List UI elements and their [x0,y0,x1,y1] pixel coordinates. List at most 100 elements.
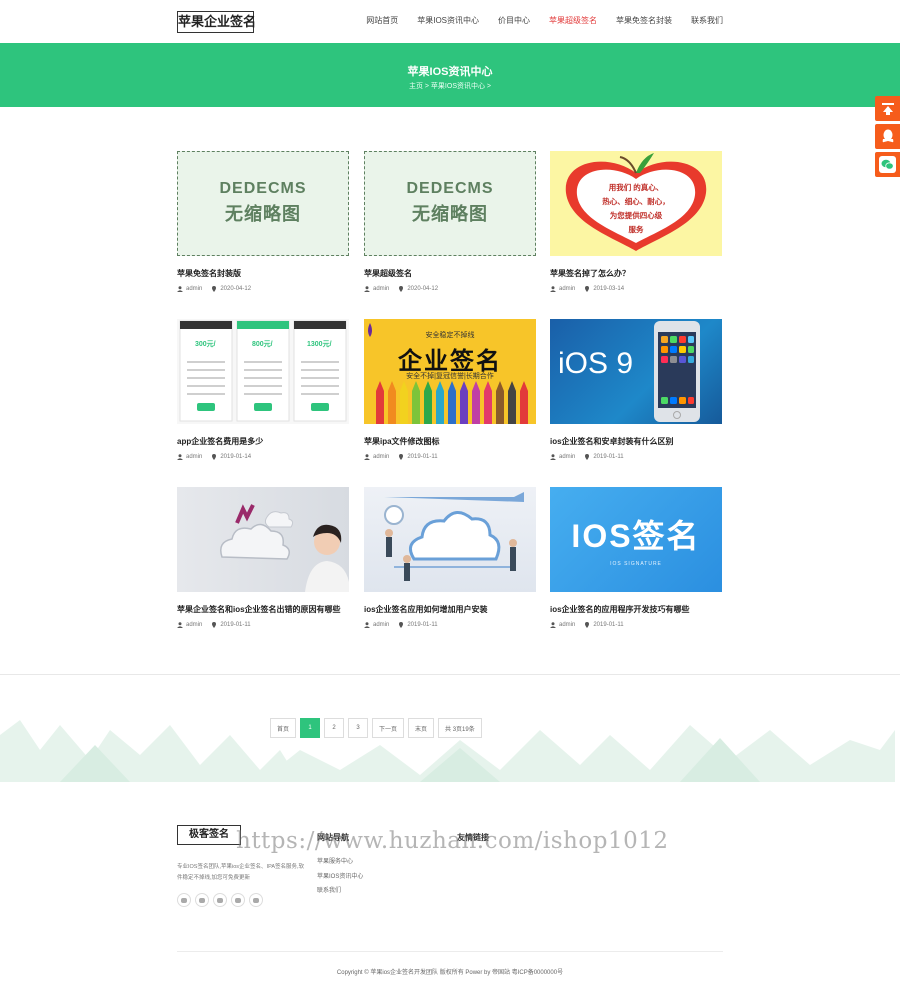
article-meta: admin 2019-01-11 [550,622,624,628]
footer-social-icons [177,893,263,907]
weibo-social-icon[interactable] [195,893,209,907]
person-icon [177,454,183,460]
article-thumbnail[interactable]: 300元/ 800元/ 1300元/ [177,319,349,424]
article-author: admin [373,622,390,628]
article-date: 2019-01-11 [593,622,624,628]
article-title[interactable]: ios企业签名应用如何增加用户安装 [364,604,488,615]
nav-item-pricing[interactable]: 价目中心 [498,15,530,26]
watermark-text: https://www.huzhan.com/ishop1012 [236,828,669,854]
heart-text-line: 热心、细心、耐心， [602,197,670,206]
location-pin-icon [212,454,217,460]
article-title[interactable]: ios企业签名的应用程序开发技巧有哪些 [550,604,690,615]
nav-item-package[interactable]: 苹果免签名封装 [616,15,672,26]
breadcrumb[interactable]: 主页 > 苹果IOS资讯中心 > [0,81,900,91]
article-date: 2019-03-14 [593,286,625,292]
github-social-icon[interactable] [231,893,245,907]
article-title[interactable]: 苹果ipa文件修改图标 [364,436,440,447]
person-icon [364,454,370,460]
article-author: admin [373,286,390,292]
placeholder-en: DEDECMS [406,180,494,197]
article-thumbnail[interactable]: 用我们 的真心、 热心、细心、耐心， 为您提供四心级 服务 [550,151,722,256]
page-number-1[interactable]: 1 [300,718,321,738]
article-thumbnail[interactable]: 安全稳定不掉线 企业签名 安全不掉|复冠信誉|长期合作 [364,319,536,424]
wechat-icon [881,159,894,170]
placeholder-en: DEDECMS [219,180,307,197]
footer-link[interactable]: 苹果服务中心 [317,855,363,870]
banner-top-text: 安全稳定不掉线 [425,332,475,339]
footer-logo[interactable]: 极客签名 [177,825,241,845]
article-title[interactable]: 苹果企业签名和ios企业签名出错的原因有哪些 [177,604,341,615]
nav-item-super-sign[interactable]: 苹果超级签名 [549,15,597,26]
cloud-people-image [384,492,524,581]
article-date: 2019-01-11 [220,622,251,628]
content-divider [0,674,900,675]
article-meta: admin 2020-04-12 [364,286,438,292]
wechat-button[interactable] [875,152,900,177]
article-title[interactable]: ios企业签名和安卓封装有什么区别 [550,436,674,447]
article-thumbnail[interactable]: iOS 9 [550,319,722,424]
article-thumbnail[interactable]: IOS签名 IOS SIGNATURE [550,487,722,592]
person-icon [550,454,556,460]
article-title[interactable]: app企业签名费用是多少 [177,436,263,447]
ios9-text: iOS 9 [558,347,634,380]
page-last[interactable]: 末页 [408,718,435,738]
ios-sign-subtext: IOS SIGNATURE [610,561,662,567]
footer-divider [177,951,723,952]
article-title[interactable]: 苹果超级签名 [364,268,412,279]
article-card: iOS 9 ios企业签名和安卓封装有什么区别 admin 2019-01-11 [550,319,722,460]
person-icon [364,622,370,628]
price-label: 1300元/ [307,341,332,348]
footer-link[interactable]: 苹果IOS资讯中心 [317,870,363,885]
article-author: admin [186,286,203,292]
location-pin-icon [585,286,590,292]
page-number-3[interactable]: 3 [348,718,369,738]
arrow-up-icon [881,102,894,115]
article-meta: admin 2019-03-14 [550,286,624,292]
person-icon [364,286,370,292]
footer-link[interactable]: 联系我们 [317,884,363,899]
placeholder-cn: 无缩略图 [412,204,488,224]
heart-text-line: 为您提供四心级 [609,211,663,220]
nav-item-home[interactable]: 网站首页 [366,15,398,26]
site-logo[interactable]: 苹果企业签名 [177,11,256,33]
nav-item-contact[interactable]: 联系我们 [691,15,723,26]
qq-button[interactable] [875,124,900,149]
site-header: 苹果企业签名 网站首页 苹果IOS资讯中心 价目中心 苹果超级签名 苹果免签名封… [0,0,900,43]
footer-nav-links: 苹果服务中心 苹果IOS资讯中心 联系我们 [317,855,363,899]
back-to-top-button[interactable] [875,96,900,121]
article-thumbnail[interactable] [364,487,536,592]
article-title[interactable]: 苹果免签名封装版 [177,268,241,279]
person-icon [550,286,556,292]
article-card: DEDECMS 无缩略图 苹果超级签名 admin 2020-04-12 [364,151,536,292]
qq-social-icon[interactable] [213,893,227,907]
person-icon [177,622,183,628]
pagination: 首页 1 2 3 下一页 末页 共 3页19条 [270,718,482,738]
article-author: admin [559,454,576,460]
page-next[interactable]: 下一页 [372,718,405,738]
person-icon [550,622,556,628]
article-date: 2020-04-12 [220,286,252,292]
article-author: admin [559,622,576,628]
article-thumbnail-placeholder[interactable]: DEDECMS 无缩略图 [177,151,349,256]
heart-text-line: 服务 [628,225,644,234]
nav-item-news[interactable]: 苹果IOS资讯中心 [417,15,479,26]
article-card: DEDECMS 无缩略图 苹果免签名封装版 admin 2020-04-12 [177,151,349,292]
article-meta: admin 2019-01-11 [177,622,251,628]
article-meta: admin 2019-01-11 [364,454,438,460]
page-first[interactable]: 首页 [270,718,297,738]
placeholder-cn: 无缩略图 [225,204,301,224]
douban-social-icon[interactable] [249,893,263,907]
wechat-social-icon[interactable] [177,893,191,907]
article-title[interactable]: 苹果签名掉了怎么办？ [550,268,630,279]
article-meta: admin 2019-01-14 [177,454,251,460]
person-icon [177,286,183,292]
article-date: 2019-01-14 [220,454,252,460]
article-card: IOS签名 IOS SIGNATURE ios企业签名的应用程序开发技巧有哪些 … [550,487,722,628]
price-cards-image [179,320,347,422]
article-thumbnail[interactable] [177,487,349,592]
article-thumbnail-placeholder[interactable]: DEDECMS 无缩略图 [364,151,536,256]
ios-sign-text: IOS签名 [571,518,701,554]
article-card: 用我们 的真心、 热心、细心、耐心， 为您提供四心级 服务 苹果签名掉了怎么办？… [550,151,722,292]
copyright-text: Copyright © 苹果ios企业签名开发团队 版权所有 Power by … [336,970,564,976]
page-number-2[interactable]: 2 [324,718,345,738]
